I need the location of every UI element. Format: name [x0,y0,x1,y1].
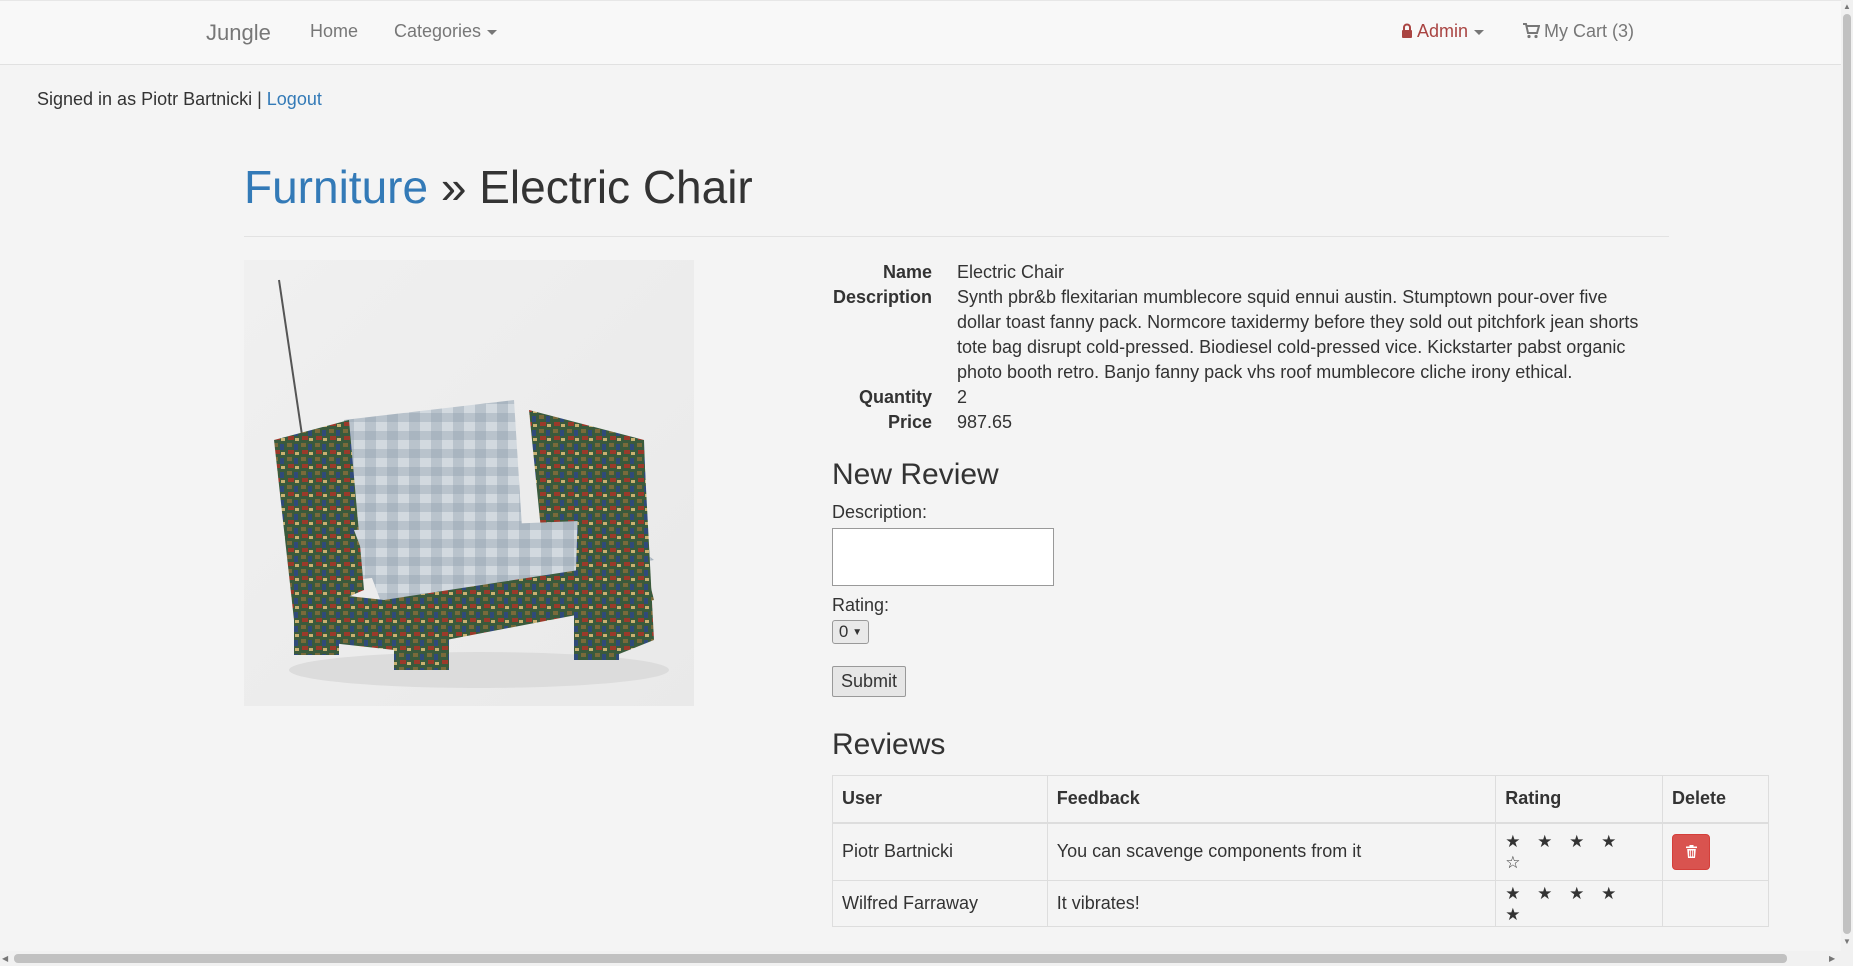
attr-description-row: Description Synth pbr&b flexitarian mumb… [830,285,1650,385]
review-rating-select[interactable]: 0 ▼ [832,620,869,644]
nav-admin-dropdown[interactable]: Admin [1401,21,1485,42]
column-header-rating: Rating [1495,775,1664,824]
review-description-label: Description: [832,502,928,522]
chair-picture [244,260,694,706]
horizontal-scroll-thumb[interactable] [14,954,1787,963]
review-feedback: It vibrates! [1046,880,1497,927]
caret-down-icon [487,29,498,35]
review-delete-cell [1662,880,1769,927]
signed-in-text: Signed in as Piotr Bartnicki | [37,89,267,109]
attr-quantity-value: 2 [957,387,968,407]
cart-icon [1523,23,1540,39]
review-rating-value: 0 [838,622,849,641]
attr-name-row: Name Electric Chair [830,260,1650,285]
product-details: Name Electric Chair Description Synth pb… [830,260,1650,435]
caret-down-icon [1474,29,1485,35]
column-header-feedback: Feedback [1046,775,1497,824]
scroll-down-icon[interactable]: ▼ [1843,937,1851,946]
category-link[interactable]: Furniture [244,161,428,213]
page-title: Furniture » Electric Chair [244,158,1669,216]
attr-description-value: Synth pbr&b flexitarian mumblecore squid… [957,287,1639,382]
product-title: Electric Chair [479,161,753,213]
nav-admin-label: Admin [1417,21,1469,41]
brand-link[interactable]: Jungle [206,20,271,46]
review-rating: ★ ★ ★ ★ ☆ [1495,822,1664,881]
nav-cart-label: My Cart (3) [1544,21,1634,41]
review-description-input[interactable] [832,528,1054,586]
nav-cart-link[interactable]: My Cart (3) [1523,21,1634,42]
table-row: Wilfred Farraway It vibrates! ★ ★ ★ ★ ★ [832,880,1769,927]
attr-quantity-row: Quantity 2 [830,385,1650,410]
review-user: Wilfred Farraway [832,880,1048,927]
reviews-table: User Feedback Rating Delete Piotr Bartni… [832,775,1769,927]
scroll-left-icon[interactable]: ◀ [2,954,8,963]
review-delete-cell [1662,822,1769,881]
new-review-form: New Review Description: Rating: 0 ▼ Submi… [832,458,1054,697]
attr-price-label: Price [887,412,932,432]
review-rating-label: Rating: [832,595,890,615]
star-rating: ★ ★ ★ ★ ☆ [1505,831,1623,872]
submit-row: Submit [832,666,1054,697]
new-review-title: New Review [832,458,999,491]
attr-name-value: Electric Chair [957,262,1065,282]
column-header-delete: Delete [1662,775,1769,824]
review-feedback: You can scavenge components from it [1046,822,1497,881]
vertical-scrollbar[interactable]: ▲ ▼ [1841,0,1853,966]
review-user: Piotr Bartnicki [832,822,1048,881]
scroll-up-icon[interactable]: ▲ [1843,2,1851,11]
trash-icon [1685,845,1697,859]
session-bar: Signed in as Piotr Bartnicki | Logout [37,89,322,110]
nav-categories-label: Categories [394,21,482,41]
attr-price-value: 987.65 [957,412,1013,432]
vertical-scroll-thumb[interactable] [1843,14,1851,934]
column-header-user: User [832,775,1048,824]
table-row: Piotr Bartnicki You can scavenge compone… [832,822,1769,881]
reviews-header-row: User Feedback Rating Delete [832,775,1769,824]
nav-categories-dropdown[interactable]: Categories [394,21,498,42]
attr-price-row: Price 987.65 [830,410,1650,435]
attr-quantity-label: Quantity [858,387,932,407]
navbar: Jungle Home Categories Admin My Cart (3) [0,0,1841,65]
page-header: Furniture » Electric Chair [244,158,1669,237]
attr-name-label: Name [882,262,932,282]
scroll-right-icon[interactable]: ▶ [1829,954,1835,963]
nav-home-link[interactable]: Home [310,21,358,42]
product-image [244,260,694,706]
horizontal-scrollbar[interactable]: ◀ ▶ [0,951,1841,966]
star-rating: ★ ★ ★ ★ ★ [1505,883,1623,924]
submit-button[interactable]: Submit [832,666,907,697]
review-rating: ★ ★ ★ ★ ★ [1495,880,1664,927]
logout-link[interactable]: Logout [267,89,322,109]
attr-description-label: Description [832,287,932,307]
delete-review-button[interactable] [1672,833,1711,870]
chevron-down-icon: ▼ [852,626,863,638]
product-attributes: Name Electric Chair Description Synth pb… [830,260,1650,435]
lock-icon [1402,23,1412,38]
reviews-title: Reviews [832,728,946,761]
breadcrumb-separator: » [428,161,480,213]
